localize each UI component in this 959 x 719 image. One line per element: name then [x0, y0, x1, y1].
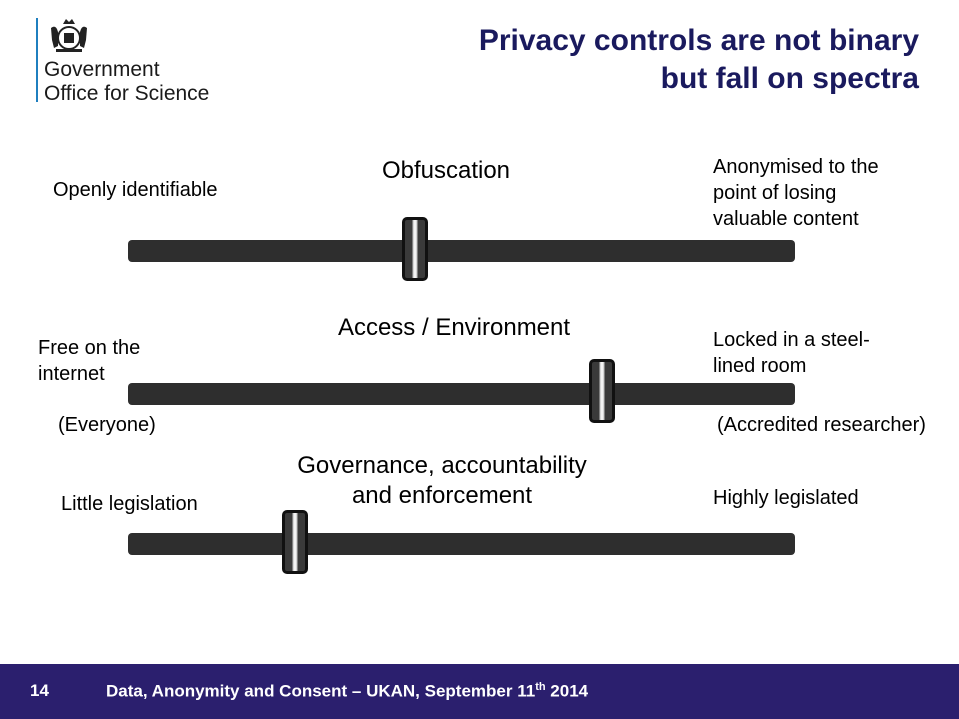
- access-slider-handle[interactable]: [588, 359, 615, 423]
- governance-track: [128, 533, 795, 555]
- access-right-note: (Accredited researcher): [717, 414, 926, 436]
- governance-left-label: Little legislation: [61, 493, 198, 515]
- obfuscation-heading: Obfuscation: [381, 157, 511, 184]
- gos-logo: Government Office for Science: [36, 16, 236, 106]
- obfuscation-right-label-line-2: point of losing: [713, 182, 837, 204]
- footer-superscript: th: [535, 681, 546, 693]
- access-right-label: Locked in a steel- lined room: [713, 327, 870, 379]
- slide-title-line-2: but fall on spectra: [660, 62, 919, 95]
- royal-crest-icon: [51, 19, 87, 52]
- obfuscation-right-label-line-1: Anonymised to the: [713, 156, 879, 178]
- obfuscation-left-label: Openly identifiable: [53, 179, 218, 201]
- governance-heading-line-2: and enforcement: [351, 482, 533, 509]
- obfuscation-right-label-line-3: valuable content: [713, 208, 859, 230]
- logo-line-2: Office for Science: [44, 82, 210, 105]
- obfuscation-right-label: Anonymised to the point of losing valuab…: [713, 154, 879, 232]
- access-left-label: Free on the internet: [38, 335, 140, 387]
- logo-line-1: Government: [44, 58, 160, 81]
- governance-slider-handle[interactable]: [281, 510, 308, 574]
- footer-text-main: Data, Anonymity and Consent – UKAN, Sept…: [106, 681, 536, 701]
- slide-title: Privacy controls are not binary but fall…: [479, 22, 919, 98]
- access-left-label-line-1: Free on the: [38, 337, 141, 359]
- access-right-label-line-1: Locked in a steel-: [713, 329, 870, 351]
- footer-text-year: 2014: [545, 681, 589, 701]
- governance-heading-line-1: Governance, accountability: [297, 452, 587, 479]
- footer-text: Data, Anonymity and Consent – UKAN, Sept…: [106, 681, 588, 702]
- access-heading: Access / Environment: [337, 314, 571, 341]
- access-track: [128, 383, 795, 405]
- slide-title-line-1: Privacy controls are not binary: [478, 24, 919, 57]
- access-left-label-line-2: internet: [38, 363, 105, 385]
- access-right-label-line-2: lined room: [713, 355, 807, 377]
- governance-heading: Governance, accountability and enforceme…: [262, 451, 622, 511]
- page-number: 14: [30, 681, 49, 700]
- obfuscation-slider-handle[interactable]: [401, 217, 428, 281]
- governance-right-label: Highly legislated: [713, 487, 859, 509]
- footer-bar: 14 Data, Anonymity and Consent – UKAN, S…: [0, 664, 959, 719]
- access-left-note: (Everyone): [58, 414, 156, 436]
- logo-rule: [36, 18, 38, 102]
- obfuscation-track: [128, 240, 795, 262]
